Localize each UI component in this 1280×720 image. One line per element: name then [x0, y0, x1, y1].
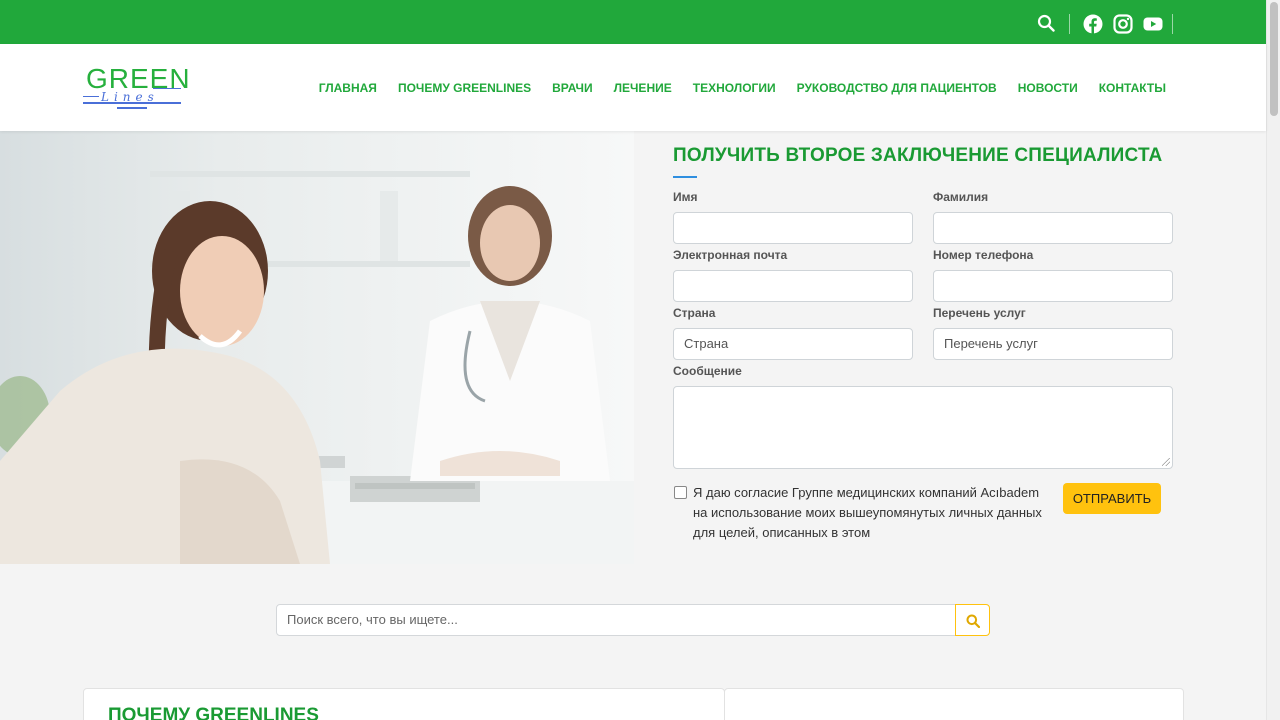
- title-underline: [673, 176, 697, 178]
- message-label: Сообщение: [673, 364, 742, 378]
- instagram-icon[interactable]: [1113, 14, 1133, 39]
- scrollbar-thumb[interactable]: [1270, 2, 1278, 116]
- nav-item-patient-guide[interactable]: РУКОВОДСТВО ДЛЯ ПАЦИЕНТОВ: [797, 81, 997, 95]
- why-greenlines-card: ПОЧЕМУ GREENLINES: [83, 688, 725, 720]
- nav-item-why-greenlines[interactable]: ПОЧЕМУ GREENLINES: [398, 81, 531, 95]
- nav-item-news[interactable]: НОВОСТИ: [1018, 81, 1078, 95]
- search-button[interactable]: [955, 604, 990, 636]
- nav-item-home[interactable]: ГЛАВНАЯ: [319, 81, 377, 95]
- services-select[interactable]: Перечень услуг: [933, 328, 1173, 360]
- section-title: ПОЧЕМУ GREENLINES: [108, 705, 319, 720]
- search-input[interactable]: Поиск всего, что вы ищете...: [276, 604, 956, 636]
- form-title: ПОЛУЧИТЬ ВТОРОЕ ЗАКЛЮЧЕНИЕ СПЕЦИАЛИСТА: [673, 145, 1163, 166]
- consent-checkbox[interactable]: [674, 486, 687, 499]
- divider: [1069, 14, 1070, 34]
- nav-item-treatment[interactable]: ЛЕЧЕНИЕ: [614, 81, 672, 95]
- consent-text: Я даю согласие Группе медицинских компан…: [693, 485, 1042, 540]
- top-bar: [0, 0, 1266, 44]
- services-label: Перечень услуг: [933, 306, 1026, 320]
- first-name-input[interactable]: [673, 212, 913, 244]
- divider: [1172, 14, 1173, 34]
- nav-item-contacts[interactable]: КОНТАКТЫ: [1099, 81, 1166, 95]
- country-label: Страна: [673, 306, 716, 320]
- facebook-icon[interactable]: [1083, 14, 1103, 39]
- logo[interactable]: GREEN Lines: [83, 64, 190, 114]
- side-card: [724, 688, 1184, 720]
- search-icon[interactable]: [1037, 14, 1055, 37]
- logo-underline: [117, 107, 147, 109]
- logo-stroke: [153, 88, 181, 89]
- email-label: Электронная почта: [673, 248, 788, 262]
- nav-item-doctors[interactable]: ВРАЧИ: [552, 81, 592, 95]
- last-name-label: Фамилия: [933, 190, 989, 204]
- country-select[interactable]: Страна: [673, 328, 913, 360]
- logo-stroke: [83, 96, 99, 97]
- page-scrollbar[interactable]: [1266, 0, 1280, 720]
- email-input[interactable]: [673, 270, 913, 302]
- search-icon: [966, 614, 980, 628]
- youtube-icon[interactable]: [1143, 14, 1163, 39]
- nav-item-technologies[interactable]: ТЕХНОЛОГИИ: [693, 81, 776, 95]
- last-name-input[interactable]: [933, 212, 1173, 244]
- phone-input[interactable]: [933, 270, 1173, 302]
- message-textarea[interactable]: [673, 386, 1173, 469]
- logo-underline: [83, 102, 181, 104]
- first-name-label: Имя: [673, 190, 698, 204]
- hero-image: [0, 131, 634, 564]
- submit-button[interactable]: ОТПРАВИТЬ: [1063, 483, 1161, 514]
- phone-label: Номер телефона: [933, 248, 1034, 262]
- site-header: GREEN Lines ГЛАВНАЯ ПОЧЕМУ GREENLINES ВР…: [0, 44, 1266, 131]
- doctor-patient-photo: [0, 171, 634, 564]
- site-search: Поиск всего, что вы ищете...: [276, 604, 990, 636]
- main-nav: ГЛАВНАЯ ПОЧЕМУ GREENLINES ВРАЧИ ЛЕЧЕНИЕ …: [298, 81, 1166, 95]
- resize-handle-icon[interactable]: [1162, 458, 1170, 466]
